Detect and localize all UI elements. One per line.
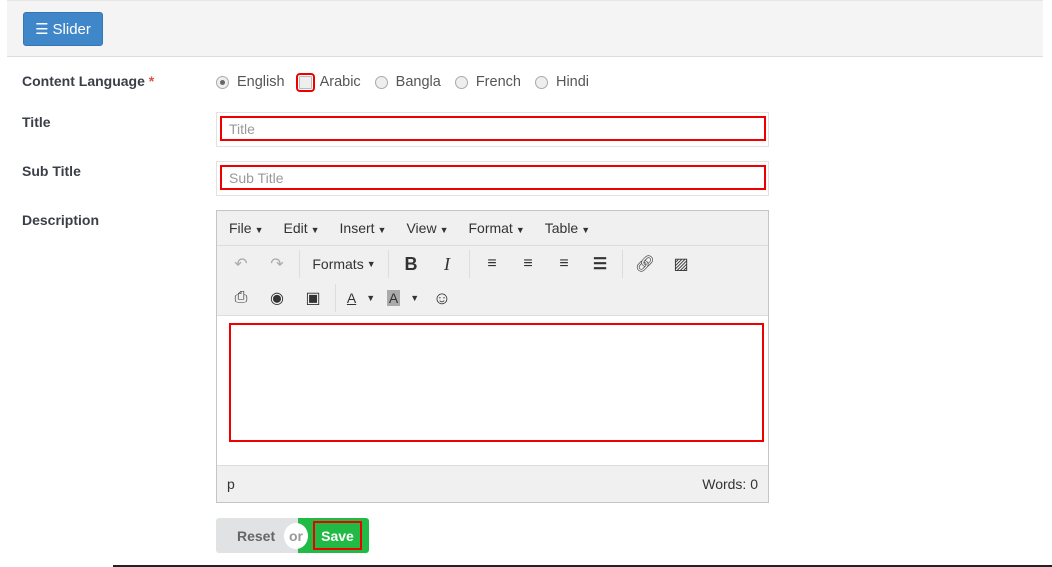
- radio-button[interactable]: [216, 75, 229, 89]
- save-button[interactable]: Save: [298, 518, 369, 553]
- align-right-icon[interactable]: ≡: [546, 250, 582, 278]
- title-label: Title: [22, 114, 51, 130]
- text-color-icon[interactable]: A ▼: [340, 284, 382, 312]
- radio-button[interactable]: [534, 75, 548, 89]
- radio-english[interactable]: English: [216, 74, 285, 90]
- menu-format[interactable]: Format ▼: [468, 220, 524, 236]
- editor-toolbar-row-1: ↶ ↷ Formats ▼ B I ≡ ≡ ≡ ☰ 🔗︎ ▨: [217, 246, 768, 282]
- italic-icon[interactable]: I: [429, 250, 465, 278]
- radio-button[interactable]: [295, 72, 315, 92]
- subtitle-input[interactable]: [220, 165, 766, 190]
- list-icon: ☰: [35, 21, 49, 38]
- align-left-icon[interactable]: ≡: [474, 250, 510, 278]
- formats-dropdown[interactable]: Formats ▼: [304, 250, 384, 278]
- align-justify-icon[interactable]: ☰: [582, 250, 618, 278]
- radio-french[interactable]: French: [454, 74, 521, 90]
- background-color-icon[interactable]: A ▼: [382, 284, 424, 312]
- slider-button[interactable]: ☰ Slider: [23, 12, 103, 46]
- word-count: Words: 0: [702, 476, 758, 492]
- radio-arabic[interactable]: Arabic: [295, 72, 361, 92]
- bold-icon[interactable]: B: [393, 250, 429, 278]
- element-path[interactable]: p: [227, 476, 235, 492]
- rich-text-editor: File ▼ Edit ▼ Insert ▼ View ▼ Format ▼ Table ▼…: [216, 210, 769, 503]
- menu-file[interactable]: File ▼: [229, 220, 263, 236]
- editor-toolbar-row-2: ⎙ ◉ ▣ A ▼ A ▼ ☺: [217, 282, 768, 314]
- language-radio-group: English Arabic Bangla French Hindi: [216, 72, 603, 92]
- link-icon[interactable]: 🔗︎: [627, 250, 663, 278]
- description-textarea[interactable]: [229, 323, 764, 442]
- description-label: Description: [22, 212, 100, 228]
- subtitle-field-wrap: [216, 161, 769, 196]
- menu-insert[interactable]: Insert ▼: [340, 220, 387, 236]
- preview-eye-icon[interactable]: ◉: [259, 284, 295, 312]
- align-center-icon[interactable]: ≡: [510, 250, 546, 278]
- editor-menubar: File ▼ Edit ▼ Insert ▼ View ▼ Format ▼ Table ▼: [217, 211, 768, 246]
- print-icon[interactable]: ⎙: [223, 284, 259, 312]
- required-mark: *: [148, 73, 155, 89]
- page-header: ☰ Slider: [7, 0, 1043, 57]
- title-field-wrap: [216, 112, 769, 147]
- image-icon[interactable]: ▨: [663, 250, 699, 278]
- radio-button[interactable]: [454, 75, 468, 89]
- emoticon-icon[interactable]: ☺: [424, 284, 460, 312]
- radio-bangla[interactable]: Bangla: [374, 74, 441, 90]
- subtitle-label: Sub Title: [22, 163, 81, 179]
- or-separator: or: [284, 523, 308, 549]
- media-icon[interactable]: ▣: [295, 284, 331, 312]
- content-language-label: Content Language *: [22, 73, 155, 89]
- menu-table[interactable]: Table ▼: [545, 220, 590, 236]
- title-input[interactable]: [220, 116, 766, 141]
- editor-statusbar: p Words: 0: [217, 466, 768, 502]
- redo-icon[interactable]: ↷: [259, 250, 295, 278]
- radio-button[interactable]: [374, 75, 388, 89]
- undo-icon[interactable]: ↶: [223, 250, 259, 278]
- menu-edit[interactable]: Edit ▼: [283, 220, 319, 236]
- editor-content-area[interactable]: [217, 315, 768, 466]
- radio-hindi[interactable]: Hindi: [534, 74, 589, 90]
- menu-view[interactable]: View ▼: [406, 220, 448, 236]
